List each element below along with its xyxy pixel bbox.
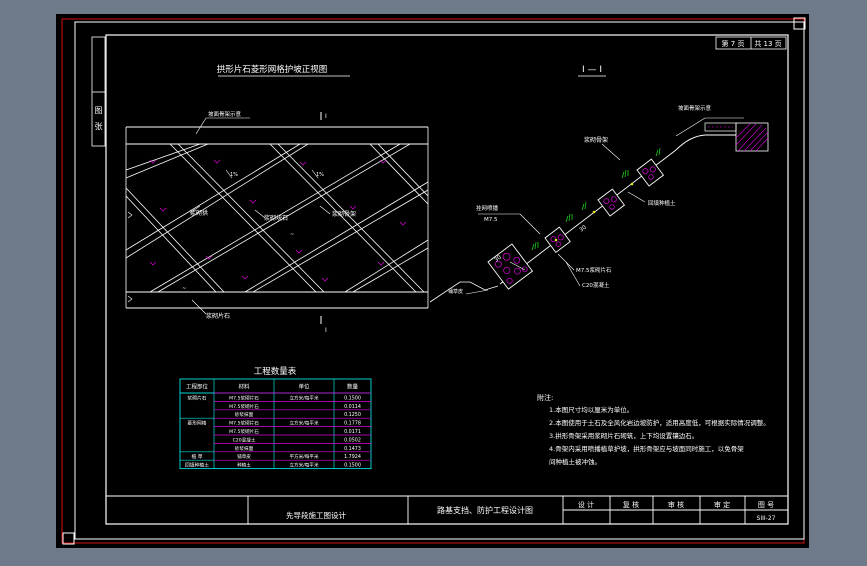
project-name: 先导段施工图设计 [286,510,346,520]
drawing-name: 路基支挡、防护工程设计图 [437,505,533,515]
table-cell-material: 种植土 [237,462,251,469]
section-label-1: 浆砌骨架 [584,136,608,144]
table-cell-qty: 0.1500 [344,463,361,469]
table-cell-qty: 1.7924 [344,454,361,460]
table-cell-part: 回填种植土 [185,462,209,469]
section-label-4: M7.5浆砌片石 [576,266,612,274]
elev-label-right: 浆砌骨架 [332,210,356,218]
note-1: 1.本图尺寸均以厘米为单位。 [549,405,633,414]
svg-text:I: I [325,113,327,120]
table-cell-material: C20混凝土 [233,436,256,443]
elev-label-bottom: 浆砌片石 [206,312,230,320]
note-2: 2.本图使用于土石及全风化岩边坡防护，适用高度低，可根据实际情况调整。 [549,418,770,427]
drawing-no-label: 图 号 [758,501,774,509]
page-total: 共 13 页 [754,39,781,48]
table-cell-unit: 立方米/每平米 [289,462,319,469]
table-header: 数量 [347,383,359,391]
table-cell-qty: 0.0171 [344,429,361,435]
elevation-title: 拱形片石菱形网格护坡正视图 [217,64,328,75]
table-header: 工程部位 [186,383,209,391]
check-label: 审 核 [668,500,684,509]
side-label-bottom: 张 [95,122,103,131]
table-cell-material: 砂浆抹面 [235,445,254,452]
svg-text:I: I [325,327,327,334]
note-3: 3.拱形骨架采用浆砌片石砌筑，上下均设置镶边石。 [549,431,698,440]
table-cell-unit: 立方米/每平米 [289,394,319,401]
svg-text:~: ~ [290,232,294,238]
elev-dim-2: 1% [316,172,324,178]
cad-drawing: 图 张 第 7 页 共 13 页 拱形片石菱形网格护坡正视图 I I 坡面骨架示… [56,14,809,548]
elev-label-mid-1: 浆砌块石 [264,214,288,222]
table-cell-unit: 立方米/每平米 [289,420,319,427]
table-cell-part: 菱形网格 [187,420,206,427]
section-label-7: 铺草皮 [448,288,463,295]
svg-text:~: ~ [182,286,186,292]
section-label-top: 坡面骨架示意 [678,104,712,112]
svg-text:M7.5: M7.5 [484,217,498,223]
table-cell-qty: 0.1778 [344,421,361,427]
side-label-top: 图 [95,106,103,115]
drawing-viewport: 图 张 第 7 页 共 13 页 拱形片石菱形网格护坡正视图 I I 坡面骨架示… [0,0,867,562]
elev-label-top-left: 坡面骨架示意 [208,110,242,118]
approve-label: 审 定 [714,500,730,509]
table-cell-qty: 0.0502 [344,437,361,443]
elev-label-left: 浆砌拱 [190,209,208,217]
table-cell-qty: 0.1500 [344,395,361,401]
table-title: 工程数量表 [254,366,297,377]
table-cell-material: M7.5浆砌片石 [229,403,259,410]
review-label: 复 核 [623,500,639,509]
table-cell-material: 铺草皮 [237,453,251,460]
table-cell-material: M7.5浆砌片石 [229,428,259,435]
section-title: I — I [582,65,602,75]
table-cell-unit: 平方米/每平米 [289,453,319,460]
table-cell-qty: 0.1250 [344,412,361,418]
note-5: 间种植土被冲蚀。 [549,457,601,466]
section-label-5: C20混凝土 [582,281,610,289]
table-cell-part: 浆砌片石 [187,394,206,401]
table-cell-material: M7.5浆砌片石 [229,420,259,427]
elev-dim-1: 1% [230,172,238,178]
table-cell-material: M7.5浆砌片石 [229,394,259,401]
table-cell-material: 砂浆抹面 [235,411,254,418]
table-cell-qty: 0.0114 [344,404,361,410]
notes-title: 附注: [537,393,553,402]
table-cell-part: 植 草 [191,453,202,460]
drawing-no-value: SIII-27 [757,515,776,522]
note-4: 4.骨架内采用喷播植草护坡，拱形骨架应与坡面同时施工，以免骨架 [549,444,744,453]
page-number: 第 7 页 [722,39,745,48]
table-cell-qty: 0.1473 [344,446,361,452]
section-label-2: 挂网喷播 [476,204,499,212]
table-header: 材料 [238,383,250,391]
design-label: 设 计 [578,500,594,509]
section-label-3: 回填种植土 [648,199,676,207]
table-header: 单位 [298,383,310,391]
